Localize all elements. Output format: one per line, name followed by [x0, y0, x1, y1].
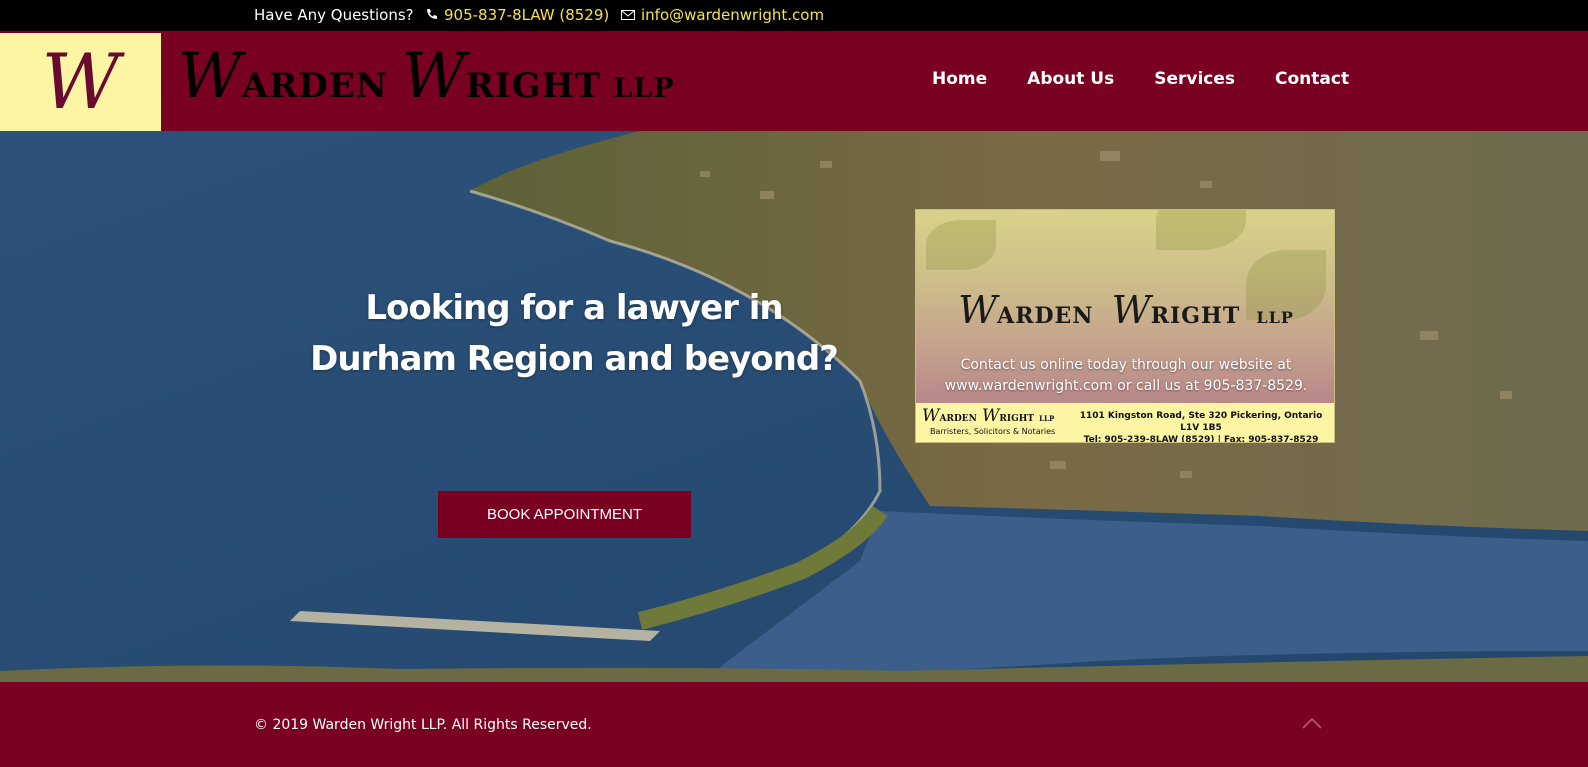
site-footer: © 2019 Warden Wright LLP. All Rights Res…: [0, 682, 1588, 767]
card-text-line2: www.wardenwright.com or call us at 905-8…: [944, 378, 1308, 394]
nav-services[interactable]: Services: [1154, 69, 1235, 89]
card-footer-initial-2: W: [981, 406, 1000, 426]
copyright-text: © 2019 Warden Wright LLP. All Rights Res…: [254, 717, 592, 733]
card-brand-wordmark: WARDEN WRIGHT LLP: [916, 288, 1334, 332]
card-footer: WARDEN WRIGHT LLP Barristers, Solicitors…: [916, 403, 1334, 443]
hero-background-image: [0, 131, 1588, 682]
nav-contact[interactable]: Contact: [1275, 69, 1349, 89]
card-brand-initial-2: W: [1111, 288, 1151, 332]
hero-heading-line1: Looking for a lawyer in: [365, 288, 783, 328]
card-brand-initial-1: W: [958, 288, 998, 332]
logo-letter: W: [41, 37, 120, 126]
site-header: W W ARDEN W RIGHT LLP Home About Us Servic…: [0, 31, 1588, 131]
card-footer-brand: WARDEN WRIGHT LLP: [922, 406, 1054, 426]
top-contact-bar: Have Any Questions? 905-837-8LAW (8529) …: [0, 0, 1588, 31]
hero-section: Looking for a lawyer in Durham Region an…: [0, 131, 1588, 682]
book-appointment-button[interactable]: BOOK APPOINTMENT: [438, 491, 691, 538]
hero-heading-line2: Durham Region and beyond?: [310, 339, 839, 379]
card-footer-initial-1: W: [922, 406, 940, 426]
card-address-line1: 1101 Kingston Road, Ste 320 Pickering, O…: [1079, 411, 1323, 433]
phone-icon: [426, 6, 438, 24]
card-footer-subtitle: Barristers, Solicitors & Notaries: [930, 427, 1056, 436]
card-address-line2: Tel: 905-239-8LAW (8529) | Fax: 905-837-…: [1083, 435, 1319, 443]
email-link[interactable]: info@wardenwright.com: [621, 6, 824, 24]
nav-about-us[interactable]: About Us: [1027, 69, 1114, 89]
questions-label: Have Any Questions?: [254, 6, 414, 24]
card-brand-word-2: RIGHT: [1150, 303, 1241, 329]
nav-home[interactable]: Home: [932, 69, 987, 89]
brand-initial-1: W: [178, 39, 242, 112]
brand-wordmark[interactable]: W ARDEN W RIGHT LLP: [178, 45, 675, 115]
card-text-line1: Contact us online today through our webs…: [960, 357, 1292, 373]
brand-suffix: LLP: [613, 73, 675, 104]
contact-card: WARDEN WRIGHT LLP Contact us online toda…: [915, 209, 1335, 443]
email-address: info@wardenwright.com: [641, 6, 825, 24]
leaf-decoration: [926, 220, 996, 270]
card-footer-address: 1101 Kingston Road, Ste 320 Pickering, O…: [1071, 410, 1331, 443]
brand-word-2: RIGHT: [465, 66, 602, 106]
main-nav: Home About Us Services Contact: [932, 69, 1349, 89]
card-footer-suffix: LLP: [1039, 414, 1055, 423]
card-brand-word-1: ARDEN: [997, 303, 1094, 329]
phone-link[interactable]: 905-837-8LAW (8529): [426, 6, 609, 24]
back-to-top-button[interactable]: [1300, 715, 1324, 731]
logo[interactable]: W: [0, 33, 161, 131]
mail-icon: [621, 6, 635, 24]
brand-word-1: ARDEN: [241, 66, 388, 106]
brand-initial-2: W: [401, 39, 466, 112]
chevron-up-icon: [1302, 717, 1322, 729]
card-contact-text: Contact us online today through our webs…: [926, 355, 1326, 397]
leaf-decoration: [1156, 210, 1246, 250]
phone-number: 905-837-8LAW (8529): [444, 6, 610, 24]
card-footer-word-1: ARDEN: [939, 414, 977, 424]
card-footer-word-2: RIGHT: [999, 414, 1034, 424]
hero-heading: Looking for a lawyer in Durham Region an…: [300, 283, 848, 385]
card-brand-suffix: LLP: [1256, 308, 1294, 327]
